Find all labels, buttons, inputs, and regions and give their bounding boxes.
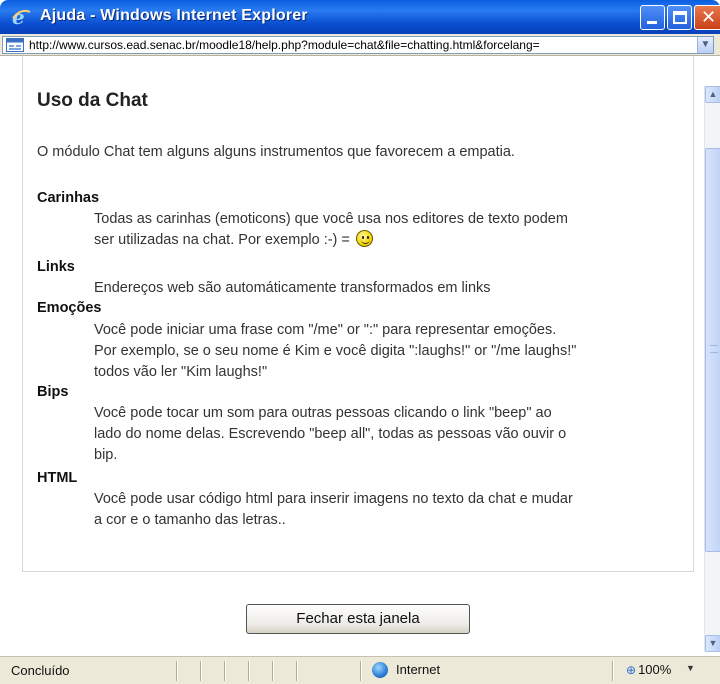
desc-carinhas: Todas as carinhas (emoticons) que você u… [94, 209, 684, 251]
minimize-icon [647, 21, 657, 24]
desc-line: ser utilizadas na chat. Por exemplo :-) … [94, 232, 354, 248]
desc-line: bip. [94, 447, 118, 463]
term-emocoes: Emoções [37, 300, 102, 316]
term-html: HTML [37, 470, 78, 486]
window-title: Ajuda - Windows Internet Explorer [40, 7, 308, 24]
zoom-control[interactable]: ⊕ 100% [626, 662, 671, 677]
page-content: Uso da Chat O módulo Chat tem alguns alg… [0, 56, 704, 656]
term-links: Links [37, 259, 75, 275]
desc-line: todos vão ler "Kim laughs!" [94, 364, 268, 380]
status-divider [248, 661, 250, 681]
status-text: Concluído [11, 663, 70, 678]
status-divider [272, 661, 274, 681]
intro-text: O módulo Chat tem alguns alguns instrume… [37, 144, 515, 160]
globe-icon [372, 662, 388, 678]
zoom-level: 100% [638, 662, 672, 677]
status-divider [360, 661, 362, 681]
status-bar: Concluído Internet ⊕ 100% ▼ [0, 656, 720, 684]
address-url[interactable]: http://www.cursos.ead.senac.br/moodle18/… [29, 38, 697, 53]
chevron-down-icon: ▼ [708, 638, 718, 648]
page-title: Uso da Chat [37, 90, 148, 111]
smiley-icon [355, 230, 373, 247]
close-icon: ✕ [701, 7, 717, 27]
vertical-scrollbar[interactable]: ▲ ▼ [704, 86, 720, 652]
address-field[interactable]: http://www.cursos.ead.senac.br/moodle18/… [2, 36, 714, 54]
close-help-button[interactable]: Fechar esta janela [246, 604, 470, 634]
scroll-thumb[interactable] [705, 148, 720, 552]
page-icon [6, 38, 24, 52]
desc-line: Por exemplo, se o seu nome é Kim e você … [94, 343, 577, 359]
chevron-up-icon: ▲ [708, 89, 718, 99]
desc-line: Endereços web são automáticamente transf… [94, 280, 491, 296]
desc-line: a cor e o tamanho das letras.. [94, 512, 286, 528]
desc-html: Você pode usar código html para inserir … [94, 489, 684, 531]
desc-line: Você pode iniciar uma frase com "/me" or… [94, 322, 557, 338]
status-divider [296, 661, 298, 681]
desc-bips: Você pode tocar um som para outras pesso… [94, 403, 684, 466]
zoom-icon: ⊕ [626, 663, 637, 677]
term-carinhas: Carinhas [37, 190, 100, 206]
maximize-icon [673, 11, 687, 24]
minimize-button[interactable] [640, 5, 665, 30]
title-bar[interactable]: e Ajuda - Windows Internet Explorer ✕ [0, 0, 720, 34]
desc-line-with-icon: ser utilizadas na chat. Por exemplo :-) … [94, 230, 684, 251]
status-divider [176, 661, 178, 681]
desc-links: Endereços web são automáticamente transf… [94, 278, 684, 299]
scroll-up-button[interactable]: ▲ [705, 86, 720, 103]
scroll-down-button[interactable]: ▼ [705, 635, 720, 652]
maximize-button[interactable] [667, 5, 692, 30]
desc-emocoes: Você pode iniciar uma frase com "/me" or… [94, 320, 684, 383]
desc-line: Você pode tocar um som para outras pesso… [94, 405, 552, 421]
zone-label: Internet [396, 662, 441, 677]
chevron-down-icon[interactable]: ▼ [686, 663, 695, 673]
desc-line: lado do nome delas. Escrevendo "beep all… [94, 426, 567, 442]
status-divider [224, 661, 226, 681]
close-window-button[interactable]: ✕ [694, 5, 720, 30]
status-divider [612, 661, 614, 681]
chevron-down-icon[interactable]: ▼ [697, 37, 713, 53]
status-divider [200, 661, 202, 681]
desc-line: Você pode usar código html para inserir … [94, 491, 573, 507]
term-bips: Bips [37, 384, 69, 400]
ie-icon: e [12, 6, 31, 28]
address-bar: http://www.cursos.ead.senac.br/moodle18/… [0, 34, 720, 56]
desc-line: Todas as carinhas (emoticons) que você u… [94, 211, 568, 227]
grip-icon [710, 345, 718, 353]
